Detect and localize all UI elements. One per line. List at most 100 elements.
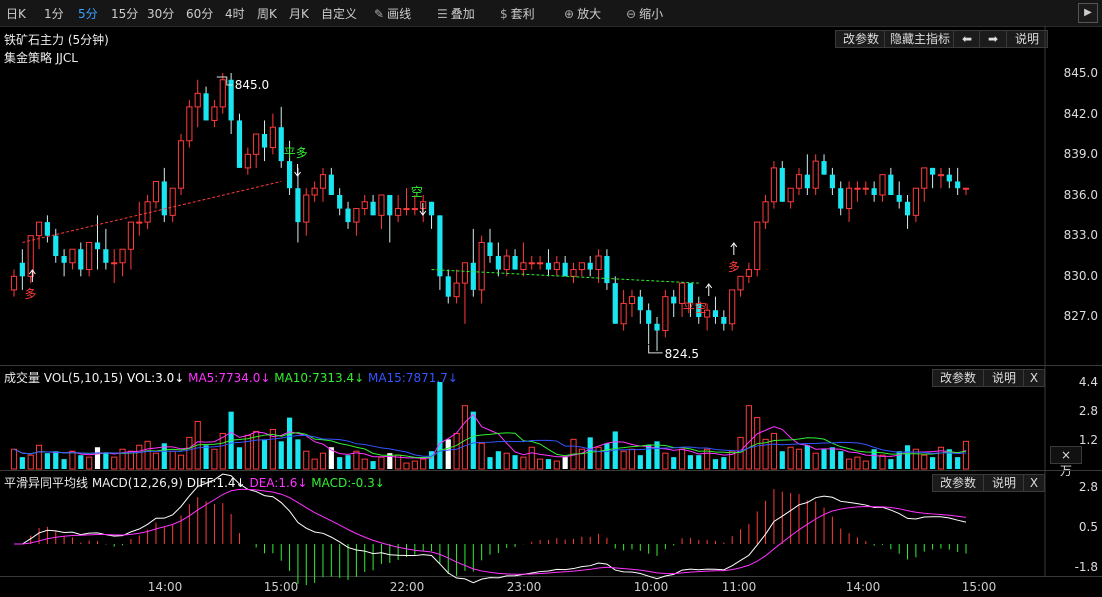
candle-body [370, 201, 376, 216]
volume-bar [745, 405, 752, 470]
volume-bar [61, 459, 67, 469]
volume-bar [829, 447, 835, 469]
candle-body [904, 201, 911, 216]
volume-bar [637, 455, 643, 469]
candle-body [503, 255, 510, 271]
volume-bar [286, 417, 293, 469]
volume-bar [662, 452, 669, 470]
volume-bar [620, 450, 627, 470]
volume-bar [795, 448, 803, 470]
candle-body [721, 317, 727, 324]
candle-body [236, 120, 243, 168]
volume-bar [337, 457, 343, 469]
volume-bar [712, 459, 719, 469]
candle-body [487, 242, 493, 256]
volume-bar [378, 456, 385, 470]
candle-body [111, 262, 118, 265]
candle-body [136, 221, 143, 224]
volume-bar [261, 439, 268, 469]
candle-body [587, 262, 593, 270]
signal-long2-label: 多 [728, 260, 740, 274]
candle-body [211, 106, 218, 121]
signal-close-long-label: 平多 [284, 146, 308, 160]
candle-body [578, 262, 585, 271]
candle-body [762, 201, 769, 223]
chart-canvas[interactable]: 845.0 824.5 多 平多空平空 多 [0, 0, 1102, 597]
volume-bar [144, 440, 151, 470]
volume-bar [737, 436, 744, 470]
candle-body [930, 167, 936, 175]
candle-body [937, 174, 945, 177]
candle-body [562, 262, 568, 277]
volume-bar [278, 441, 284, 469]
volume-bar [127, 450, 135, 470]
volume-bar [445, 439, 451, 469]
candle-body [437, 215, 443, 277]
volume-bar [437, 382, 443, 469]
volume-bar [678, 448, 686, 470]
volume-bar [779, 451, 785, 469]
macd-layer [14, 473, 967, 586]
candle-body [512, 256, 518, 270]
volume-bar [69, 450, 76, 470]
volume-bar [503, 452, 510, 470]
signal-short-label: 空 [411, 185, 423, 199]
candle-body [253, 133, 260, 155]
candle-body [411, 208, 418, 211]
candle-body [862, 187, 869, 190]
candle-body [646, 310, 652, 324]
candle-body [35, 221, 43, 237]
candle-body [127, 221, 135, 250]
high-price-label: 845.0 [235, 78, 269, 92]
volume-bar [888, 459, 894, 469]
volume-bar [838, 451, 844, 469]
volume-bar [211, 448, 218, 470]
volume-bar [420, 458, 427, 470]
volume-bar [845, 458, 853, 470]
candle-body [737, 275, 744, 291]
candle-body [520, 262, 527, 271]
volume-bar [628, 448, 636, 470]
candle-body [628, 296, 636, 304]
candle-body [244, 153, 251, 169]
candle-body [10, 275, 18, 291]
candle-body [854, 187, 861, 190]
candle-body [754, 221, 761, 271]
candle-body [86, 241, 93, 271]
candle-body [44, 222, 50, 236]
volume-bar [136, 444, 143, 470]
volume-bar [453, 432, 460, 470]
candle-body [311, 187, 318, 196]
candle-body [962, 187, 970, 190]
signal-long-label: 多 [24, 287, 36, 301]
candle-body [921, 167, 928, 189]
candle-body [295, 188, 301, 223]
candle-body [612, 283, 618, 324]
volume-bar [537, 458, 544, 470]
candle-body [478, 241, 485, 291]
volume-bar [319, 452, 327, 470]
volume-bar [361, 458, 368, 470]
volume-bar [353, 450, 360, 470]
volume-bar [520, 456, 527, 470]
candle-body [654, 323, 660, 331]
candle-body [553, 262, 560, 271]
candle-body [946, 174, 952, 182]
volume-bar [203, 445, 209, 469]
candle-body [495, 256, 501, 270]
candle-body [403, 208, 410, 211]
volume-bar [721, 457, 727, 469]
volume-bar [244, 434, 251, 470]
candle-body [328, 174, 334, 195]
candles-layer [10, 73, 970, 351]
candle-body [61, 256, 67, 263]
volume-bar [94, 447, 101, 469]
volume-bar [103, 453, 109, 469]
volume-bar [111, 456, 118, 470]
low-price-label: 824.5 [665, 347, 699, 361]
volume-bar [35, 444, 43, 470]
volume-bar [553, 460, 560, 470]
volume-bar [53, 451, 59, 469]
candle-body [269, 126, 276, 149]
volume-bar [44, 453, 50, 469]
